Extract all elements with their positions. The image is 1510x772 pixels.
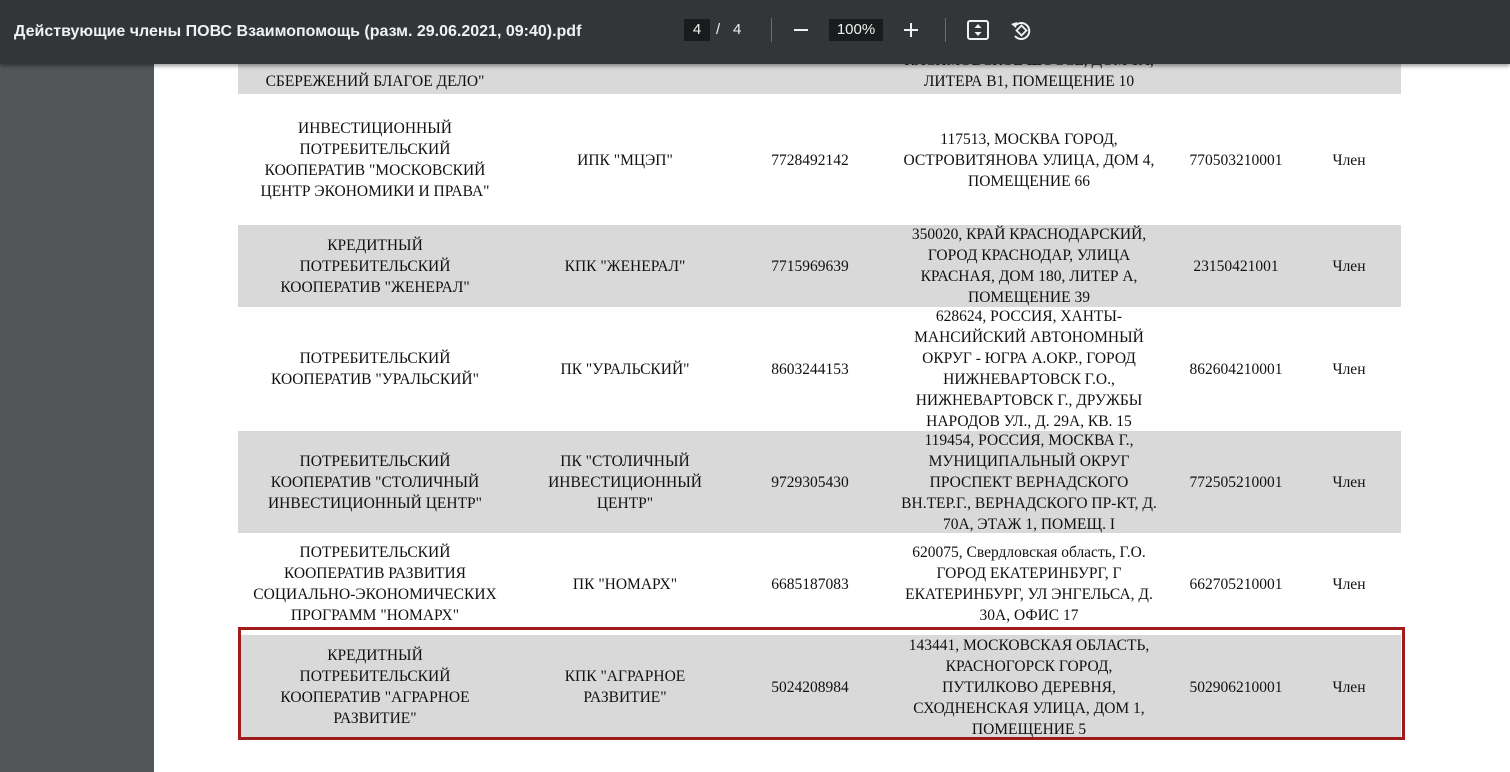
member-short-name: ПК "УРАЛЬСКИЙ" — [560, 360, 690, 378]
zoom-in-button[interactable] — [897, 18, 925, 42]
zoom-out-button[interactable] — [787, 18, 815, 42]
pdf-toolbar: Действующие члены ПОВС Взаимопомощь (раз… — [0, 0, 1510, 64]
member-address: 620075, Свердловская область, Г.О. ГОРОД… — [905, 544, 1153, 624]
member-status: Член — [1332, 151, 1366, 169]
member-address: 119454, РОССИЯ, МОСКВА Г., МУНИЦИПАЛЬНЫЙ… — [901, 431, 1157, 533]
table-row: ПОТРЕБИТЕЛЬСКИЙ КООПЕРАТИВ "УРАЛЬСКИЙ" П… — [238, 307, 1401, 431]
member-status: Член — [1332, 360, 1366, 378]
member-inn: 8603244153 — [771, 360, 849, 378]
member-address: 350020, КРАЙ КРАСНОДАРСКИЙ, ГОРОД КРАСНО… — [911, 226, 1147, 306]
rotate-icon — [1011, 22, 1031, 40]
fit-to-page-icon — [967, 20, 989, 40]
member-full-name: ПОТРЕБИТЕЛЬСКИЙ КООПЕРАТИВ "СТОЛИЧНЫЙ ИН… — [267, 452, 483, 512]
zoom-level-input[interactable]: 100% — [829, 19, 883, 41]
toolbar-divider — [771, 18, 772, 42]
member-kpp: 502906210001 — [1189, 678, 1283, 696]
toolbar-divider — [945, 18, 946, 42]
member-status: Член — [1332, 257, 1366, 275]
member-status: Член — [1332, 678, 1366, 696]
member-full-name: ПОТРЕБИТЕЛЬСКИЙ КООПЕРАТИВ "УРАЛЬСКИЙ" — [271, 350, 479, 388]
page-separator: / — [716, 21, 721, 38]
member-inn: 7728492142 — [771, 151, 849, 169]
fit-to-page-button[interactable] — [964, 18, 992, 42]
member-kpp: 23150421001 — [1193, 257, 1279, 275]
member-full-name: КРЕДИТНЫЙ ПОТРЕБИТЕЛЬСКИЙ КООПЕРАТИВ "АГ… — [280, 647, 470, 727]
member-kpp: 862604210001 — [1189, 360, 1283, 378]
member-full-name: КРЕДИТНЫЙ ПОТРЕБИТЕЛЬСКИЙ КООПЕРАТИВ "ЖЕ… — [280, 236, 470, 296]
page-number-input[interactable]: 4 — [684, 19, 710, 41]
member-inn: 9729305430 — [771, 473, 849, 491]
member-status: Член — [1332, 575, 1366, 593]
plus-icon — [904, 23, 918, 37]
member-short-name: ПК "НОМАРХ" — [572, 575, 678, 593]
rotate-button[interactable] — [1007, 18, 1035, 42]
table-row: ПОТРЕБИТЕЛЬСКИЙ КООПЕРАТИВ "СТОЛИЧНЫЙ ИН… — [238, 431, 1401, 533]
document-title: Действующие члены ПОВС Взаимопомощь (раз… — [14, 23, 582, 40]
table-row: КРЕДИТНЫЙ ПОТРЕБИТЕЛЬСКИЙ КООПЕРАТИВ "АГ… — [238, 635, 1401, 739]
minus-icon — [794, 29, 808, 31]
table-row: ПОТРЕБИТЕЛЬСКИЙ КООПЕРАТИВ РАЗВИТИЯ СОЦИ… — [238, 533, 1401, 635]
member-address: 117513, МОСКВА ГОРОД, ОСТРОВИТЯНОВА УЛИЦ… — [903, 130, 1155, 190]
member-kpp: 772505210001 — [1189, 473, 1283, 491]
member-short-name: ИПК "МЦЭП" — [577, 151, 673, 169]
member-address: 628624, РОССИЯ, ХАНТЫ- МАНСИЙСКИЙ АВТОНО… — [914, 308, 1144, 430]
member-inn: 6685187083 — [771, 575, 849, 593]
member-kpp: 770503210001 — [1189, 151, 1283, 169]
member-short-name: ПК "СТОЛИЧНЫЙ ИНВЕСТИЦИОННЫЙ ЦЕНТР" — [548, 452, 702, 512]
page-total: 4 — [733, 21, 742, 38]
member-kpp: 662705210001 — [1189, 575, 1283, 593]
member-inn: 7715969639 — [771, 257, 849, 275]
member-address: 143441, МОСКОВСКАЯ ОБЛАСТЬ, КРАСНОГОРСК … — [908, 636, 1150, 738]
table-row: ИНВЕСТИЦИОННЫЙ ПОТРЕБИТЕЛЬСКИЙ КООПЕРАТИ… — [238, 104, 1401, 216]
member-short-name: КПК "ЖЕНЕРАЛ" — [564, 257, 686, 275]
viewer-background — [0, 64, 154, 772]
member-short-name: КПК "АГРАРНОЕ РАЗВИТИЕ" — [564, 668, 686, 706]
member-full-name: ИНВЕСТИЦИОННЫЙ ПОТРЕБИТЕЛЬСКИЙ КООПЕРАТИ… — [260, 120, 490, 200]
table-row: КРЕДИТНЫЙ ПОТРЕБИТЕЛЬСКИЙ КООПЕРАТИВ "ЖЕ… — [238, 225, 1401, 307]
member-inn: 5024208984 — [771, 678, 849, 696]
member-status: Член — [1332, 473, 1366, 491]
member-full-name: ПОТРЕБИТЕЛЬСКИЙ КООПЕРАТИВ РАЗВИТИЯ СОЦИ… — [253, 544, 497, 624]
